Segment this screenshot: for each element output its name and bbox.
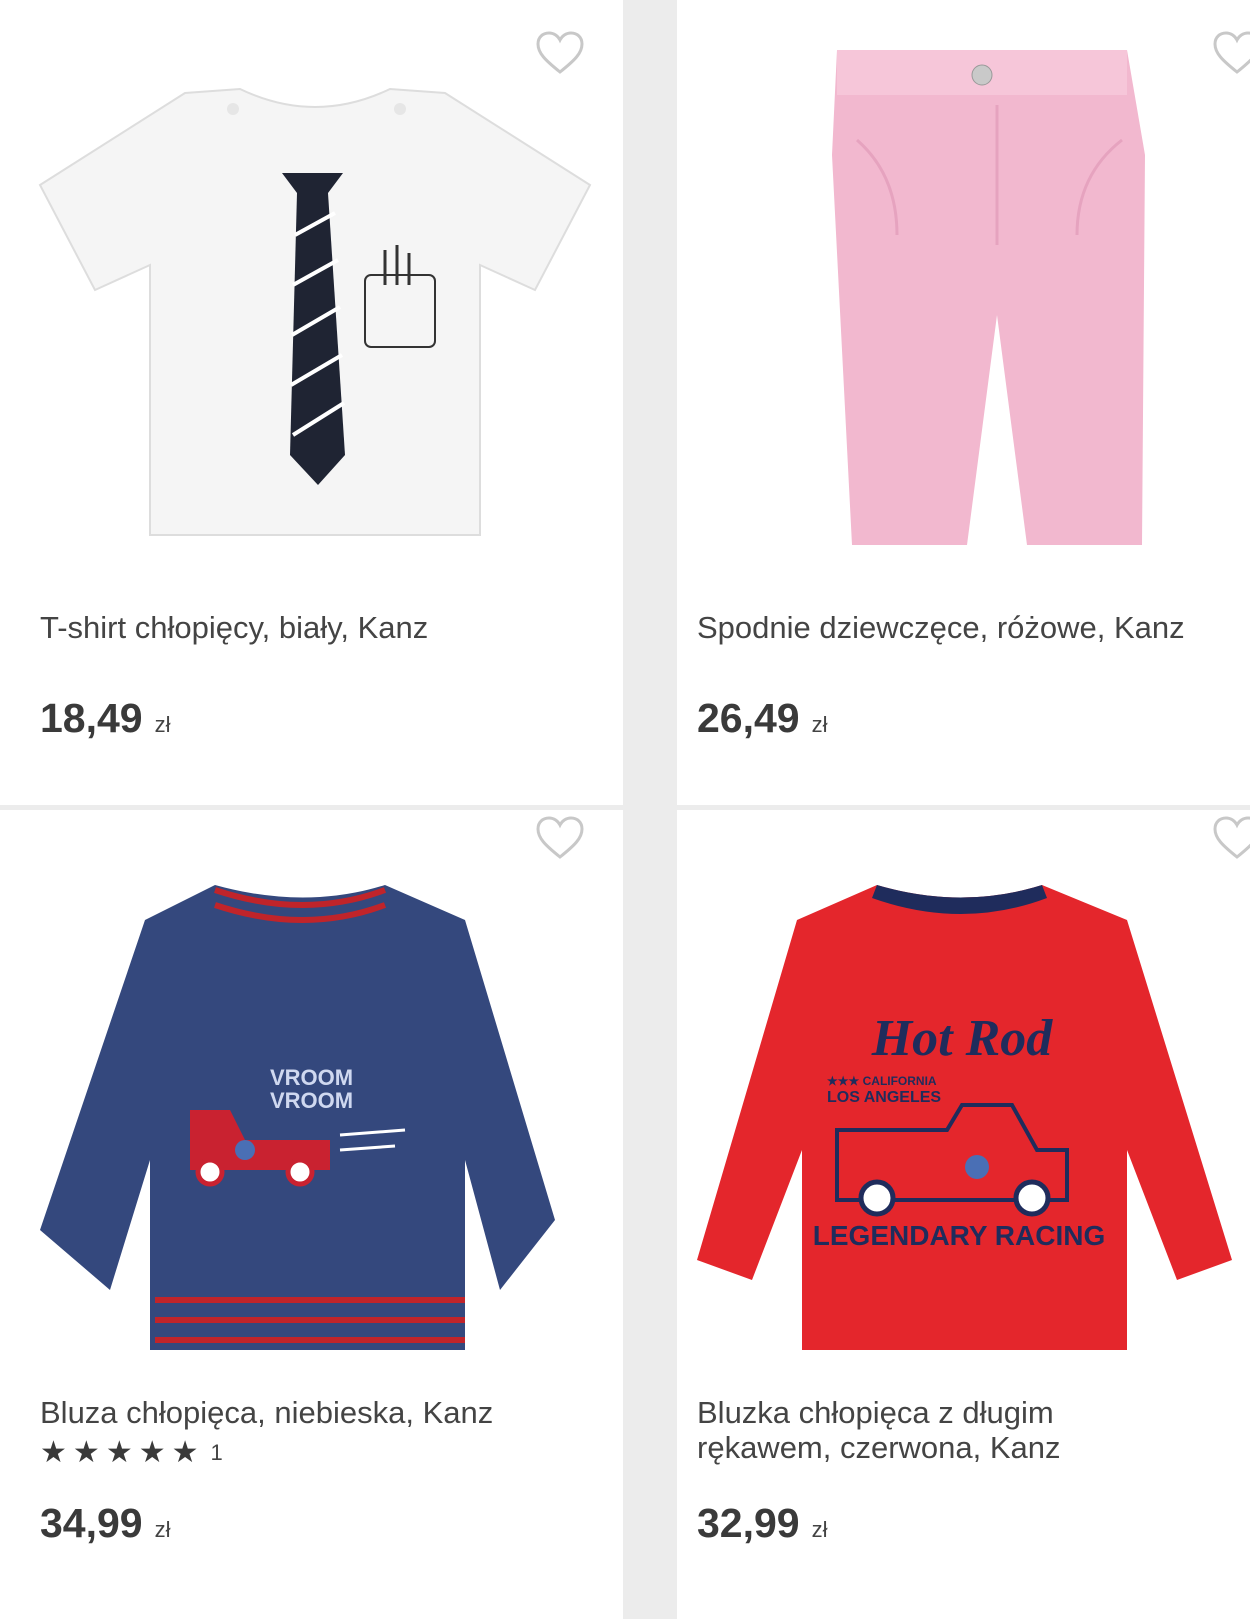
star-icon: ★ <box>138 1436 166 1469</box>
product-card[interactable]: VROOM VROOM Bluza chłopięca, niebieska, … <box>0 810 623 1619</box>
product-card[interactable]: T-shirt chłopięcy, biały, Kanz 18,49 zł <box>0 0 623 805</box>
product-title[interactable]: Spodnie dziewczęce, różowe, Kanz <box>697 610 1240 645</box>
star-icon: ★ <box>40 1436 67 1469</box>
rating: ★ ★ ★ ★ ★ 1 <box>40 1438 223 1468</box>
price-currency: zł <box>154 1517 171 1542</box>
product-image[interactable] <box>827 45 1157 560</box>
tee-print-line1: Hot Rod <box>871 1010 1054 1067</box>
product-price: 34,99 zł <box>40 1500 171 1547</box>
product-title[interactable]: Bluza chłopięca, niebieska, Kanz <box>40 1395 613 1430</box>
product-image[interactable]: VROOM VROOM <box>35 880 595 1360</box>
product-title[interactable]: Bluzka chłopięca z długim rękawem, czerw… <box>697 1395 1240 1465</box>
tee-print-line4: LEGENDARY RACING <box>813 1220 1105 1251</box>
product-price: 18,49 zł <box>40 695 171 742</box>
product-price: 26,49 zł <box>697 695 828 742</box>
star-icon: ★ <box>105 1436 133 1469</box>
product-card[interactable]: Hot Rod ★★★ CALIFORNIA LOS ANGELES LEGEN… <box>677 810 1250 1619</box>
price-value: 32,99 <box>697 1500 800 1546</box>
product-price: 32,99 zł <box>697 1500 828 1547</box>
heart-icon[interactable] <box>535 815 585 861</box>
rating-count: 1 <box>210 1440 223 1465</box>
star-icon: ★ <box>72 1436 100 1469</box>
price-value: 18,49 <box>40 695 143 741</box>
price-currency: zł <box>811 712 828 737</box>
product-card[interactable]: Spodnie dziewczęce, różowe, Kanz 26,49 zł <box>677 0 1250 805</box>
price-currency: zł <box>154 712 171 737</box>
heart-icon[interactable] <box>1212 815 1250 861</box>
product-image[interactable] <box>35 85 595 545</box>
star-icon: ★ <box>171 1436 199 1469</box>
tee-print-line3: LOS ANGELES <box>827 1089 941 1106</box>
tee-print-line2: ★★★ CALIFORNIA <box>827 1074 937 1088</box>
price-value: 34,99 <box>40 1500 143 1546</box>
product-image[interactable]: Hot Rod ★★★ CALIFORNIA LOS ANGELES LEGEN… <box>697 880 1237 1360</box>
product-title[interactable]: T-shirt chłopięcy, biały, Kanz <box>40 610 613 645</box>
heart-icon[interactable] <box>535 30 585 76</box>
price-value: 26,49 <box>697 695 800 741</box>
sweatshirt-print-line2: VROOM <box>270 1088 353 1113</box>
price-currency: zł <box>811 1517 828 1542</box>
sweatshirt-print-line1: VROOM <box>270 1065 353 1090</box>
heart-icon[interactable] <box>1212 30 1250 76</box>
